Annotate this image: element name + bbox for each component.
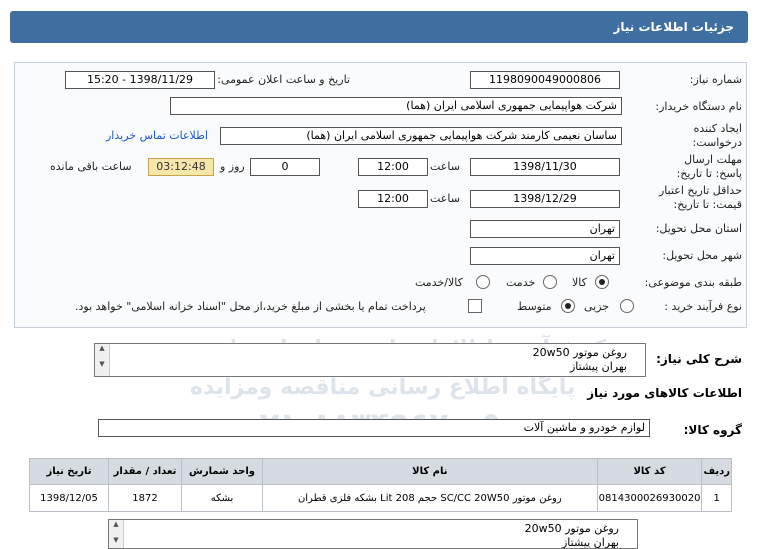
category-label: طبقه بندی موضوعی: (644, 276, 742, 289)
payment-note: پرداخت تمام یا بخشی از مبلغ خرید،از محل … (75, 300, 426, 313)
cell-quantity: 1872 (108, 484, 182, 512)
description-label: شرح کلی نیاز: (656, 352, 742, 366)
col-goods-code: کد کالا (596, 458, 703, 485)
description-textarea[interactable]: ▲ ▼ روغن موتور 20w50 بهران پیشتاز (94, 343, 646, 377)
goods-group-field: لوازم خودرو و ماشین آلات (98, 419, 650, 437)
cell-unit: بشکه (181, 484, 263, 512)
validity-label: حداقل تاریخ اعتبار قیمت: تا تاریخ: (658, 184, 742, 211)
watermark-line2: پایگاه اطلاع رسانی مناقصه ومزایده (190, 375, 576, 400)
goods-group-label: گروه کالا: (683, 423, 742, 437)
remaining-time: 03:12:48 (148, 158, 214, 176)
col-unit: واحد شمارش (181, 458, 263, 485)
notes-line-2: بهران پیشتاز (561, 536, 619, 549)
description-line-2: بهران پیشتاز (569, 360, 627, 373)
notes-line-1: روغن موتور 20w50 (524, 522, 619, 535)
days-field: 0 (250, 158, 320, 176)
announce-label: تاریخ و ساعت اعلان عمومی: (217, 73, 350, 86)
description-scrollbar[interactable]: ▲ ▼ (95, 344, 110, 376)
contact-link[interactable]: اطلاعات تماس خریدار (106, 129, 208, 142)
creator-field: ساسان نعیمی کارمند شرکت هواپیمایی جمهوری… (220, 127, 622, 145)
validity-time-label: ساعت (430, 192, 460, 205)
deadline-time-field: 12:00 (358, 158, 428, 176)
deadline-date-field: 1398/11/30 (470, 158, 620, 176)
creator-label: ایجاد کننده درخواست: (692, 122, 742, 149)
payment-checkbox[interactable] (468, 299, 482, 313)
validity-time-field: 12:00 (358, 190, 428, 208)
city-label: شهر محل تحویل: (662, 249, 742, 262)
need-number-field: 1198090049000806 (470, 71, 620, 89)
province-field: تهران (470, 220, 620, 238)
category-radio-service[interactable] (543, 275, 557, 289)
table-row: 1398/12/05 1872 بشکه روغن موتور SC/CC 20… (29, 484, 732, 512)
description-line-1: روغن موتور 20w50 (532, 346, 627, 359)
category-radio-both[interactable] (476, 275, 490, 289)
notes-scrollbar[interactable]: ▲ ▼ (109, 520, 124, 548)
goods-table-header: تاریخ نیاز تعداد / مقدار واحد شمارش نام … (29, 458, 732, 485)
process-label: نوع فرآیند خرید : (664, 300, 742, 313)
process-option-minor: جزیی (584, 300, 610, 313)
col-goods-name: نام کالا (262, 458, 598, 485)
col-quantity: تعداد / مقدار (108, 458, 182, 485)
category-option-service: خدمت (506, 276, 536, 289)
category-option-goods: کالا (572, 276, 587, 289)
page-header: جزئیات اطلاعات نیاز (10, 11, 748, 43)
cell-need-date: 1398/12/05 (29, 484, 109, 512)
buyer-field: شرکت هواپیمایی جمهوری اسلامی ایران (هما) (170, 97, 622, 115)
deadline-label: مهلت ارسال پاسخ: تا تاریخ: (676, 153, 742, 180)
announce-field: 1398/11/29 - 15:20 (65, 71, 215, 89)
deadline-time-label: ساعت (430, 160, 460, 173)
goods-table: تاریخ نیاز تعداد / مقدار واحد شمارش نام … (29, 458, 732, 512)
process-radio-minor[interactable] (620, 299, 634, 313)
col-row-number: ردیف (701, 458, 732, 485)
goods-section-title: اطلاعات کالاهای مورد نیاز (587, 386, 742, 400)
cell-row-number: 1 (701, 484, 732, 512)
province-label: استان محل تحویل: (655, 222, 742, 235)
page-title: جزئیات اطلاعات نیاز (613, 20, 734, 34)
days-label: روز و (220, 160, 245, 173)
col-need-date: تاریخ نیاز (29, 458, 109, 485)
cell-goods-code: 0814300026930020 (596, 484, 703, 512)
validity-date-field: 1398/12/29 (470, 190, 620, 208)
buyer-label: نام دستگاه خریدار: (655, 100, 742, 113)
process-option-medium: متوسط (517, 300, 552, 313)
category-radio-goods[interactable] (595, 275, 609, 289)
process-radio-medium[interactable] (561, 299, 575, 313)
cell-goods-name: روغن موتور SC/CC 20W50 حجم 208 Lit بشکه … (262, 484, 598, 512)
city-field: تهران (470, 247, 620, 265)
category-option-both: کالا/خدمت (415, 276, 463, 289)
need-number-label: شماره نیاز: (689, 73, 742, 86)
remaining-label: ساعت باقی مانده (50, 160, 132, 173)
